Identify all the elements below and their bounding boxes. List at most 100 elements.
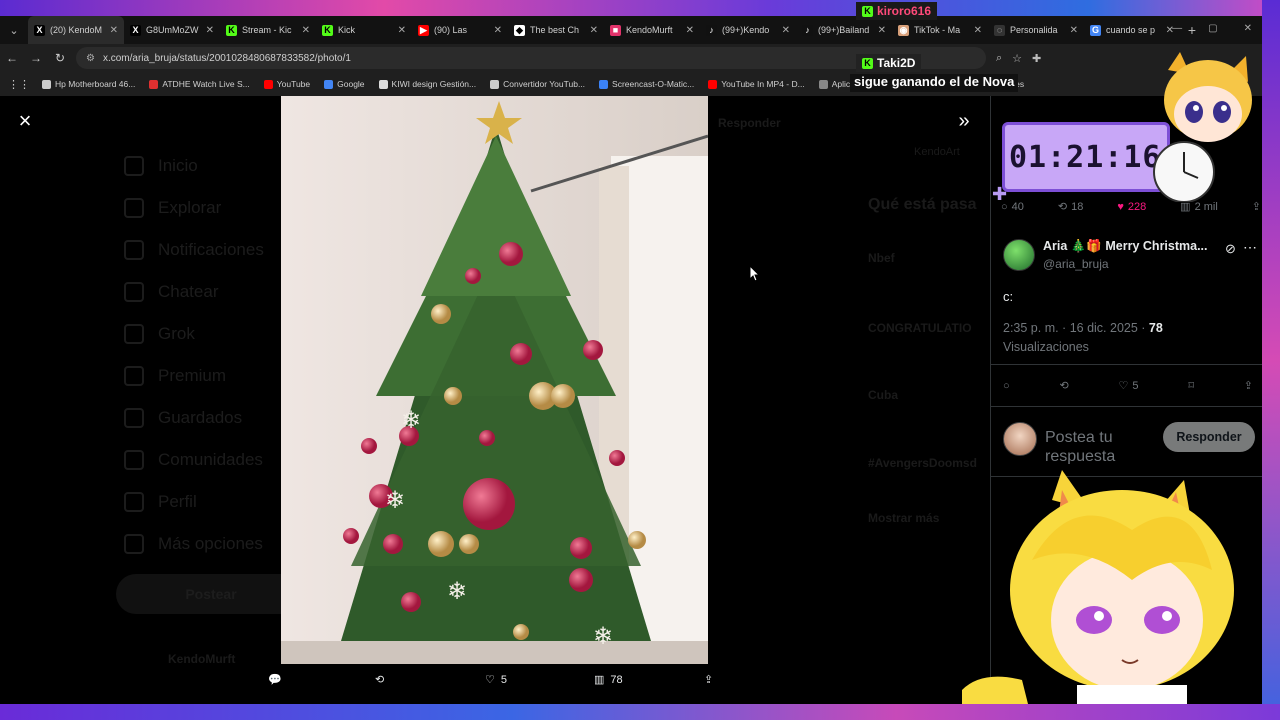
tab-close-icon[interactable]: ✕	[494, 25, 502, 36]
stream-frame-bottom	[0, 704, 1280, 720]
share-icon: ⇪	[704, 674, 714, 686]
tab-1[interactable]: X (20) KendoM ✕	[28, 16, 124, 44]
tab-close-icon[interactable]: ✕	[1070, 25, 1078, 36]
tab-favicon-icon: K	[226, 24, 237, 36]
reply-submit-button[interactable]: Responder	[1163, 422, 1255, 452]
background-reply-hint: Responder	[718, 116, 781, 130]
bookmark-favicon-icon	[149, 79, 159, 89]
tab-4[interactable]: K Kick ✕	[316, 16, 412, 44]
like-button[interactable]: ♡ 5	[1119, 379, 1139, 393]
tab-9[interactable]: ♪ (99+)Bailand ✕	[796, 16, 892, 44]
bookmark-item[interactable]: Hp Motherboard 46...	[42, 79, 135, 89]
repost-icon: ⟲	[1057, 201, 1068, 213]
bookmark-item[interactable]: Google	[324, 79, 365, 89]
maximize-icon[interactable]: ▢	[1208, 23, 1217, 34]
tab-5[interactable]: ▶ (90) Las ✕	[412, 16, 508, 44]
photo-like-button[interactable]: ♡ 5	[485, 673, 507, 687]
back-icon[interactable]: ←	[0, 51, 24, 65]
tweet-timestamp[interactable]: 2:35 p. m. · 16 dic. 2025 ·	[1003, 321, 1149, 335]
minimize-icon[interactable]: —	[1172, 23, 1182, 34]
reply-input[interactable]: Postea tu respuesta	[1045, 428, 1155, 464]
more-options-icon[interactable]: ⋯	[1243, 239, 1257, 256]
close-viewer-button[interactable]: ×	[14, 110, 36, 132]
background-sidebar-item: Comunidades	[124, 450, 263, 470]
photo-reply-button[interactable]: 💬	[268, 673, 282, 686]
sidebar-icon	[124, 324, 144, 344]
expand-panel-button[interactable]: »	[952, 110, 976, 134]
tab-close-icon[interactable]: ✕	[110, 25, 118, 36]
mouse-cursor	[749, 264, 761, 287]
toolbar-icons: ⌕ ☆ ✚	[996, 52, 1041, 65]
parent-likes[interactable]: ♥ 228	[1117, 201, 1146, 213]
stream-frame-top	[0, 0, 1280, 16]
bookmark-button[interactable]: ⌑	[1188, 379, 1194, 392]
sidebar-label: Chatear	[158, 282, 219, 301]
tab-close-icon[interactable]: ✕	[590, 25, 598, 36]
apps-grid-icon[interactable]: ⋮⋮	[8, 78, 30, 91]
address-bar[interactable]: ⚙ x.com/aria_bruja/status/20010284806878…	[76, 47, 986, 69]
like-count: 5	[1132, 379, 1139, 392]
photo-action-bar: 💬 ⟲ ♡ 5 ▥ 78 ⇪	[0, 664, 990, 704]
tweet-photo[interactable]: ❄ ❄ ❄ ❄	[281, 96, 708, 664]
tab-favicon-icon: X	[34, 24, 45, 36]
zoom-icon[interactable]: ⌕	[996, 52, 1002, 65]
tab-close-icon[interactable]: ✕	[206, 25, 214, 36]
reply-button[interactable]: ○	[1003, 380, 1010, 392]
tab-10[interactable]: ◉ TikTok - Ma ✕	[892, 16, 988, 44]
tab-close-icon[interactable]: ✕	[398, 25, 406, 36]
grok-icon[interactable]: ⊘	[1225, 241, 1236, 257]
author-name[interactable]: Aria 🎄🎁 Merry Christma...	[1043, 239, 1213, 254]
bookmark-item[interactable]: KIWI design Gestión...	[378, 79, 476, 89]
tab-favicon-icon: ■	[610, 24, 621, 36]
photo-views-button[interactable]: ▥ 78	[594, 673, 623, 687]
tab-8[interactable]: ♪ (99+)Kendo ✕	[700, 16, 796, 44]
background-trend-item: Cuba	[868, 388, 898, 402]
tab-6[interactable]: ◆ The best Ch ✕	[508, 16, 604, 44]
bookmark-favicon-icon	[378, 79, 388, 89]
tab-close-icon[interactable]: ✕	[782, 25, 790, 36]
divider	[991, 364, 1262, 365]
bookmark-star-icon[interactable]: ☆	[1012, 52, 1022, 65]
reload-icon[interactable]: ↻	[48, 51, 72, 65]
svg-text:❄: ❄	[385, 487, 405, 514]
tab-11[interactable]: ◌ Personalida ✕	[988, 16, 1084, 44]
tweet-author[interactable]: Aria 🎄🎁 Merry Christma... @aria_bruja ⊘ …	[1003, 239, 1257, 275]
site-info-icon[interactable]: ⚙	[86, 53, 95, 64]
bookmark-item[interactable]: Convertidor YouTub...	[490, 79, 585, 89]
parent-reposts[interactable]: ⟲ 18	[1057, 200, 1083, 214]
bookmark-label: Google	[337, 79, 365, 89]
photo-repost-button[interactable]: ⟲	[375, 673, 384, 686]
bookmark-item[interactable]: Screencast-O-Matic...	[599, 79, 694, 89]
tweet-meta: 2:35 p. m. · 16 dic. 2025 · 78 Visualiza…	[1003, 319, 1253, 357]
tab-close-icon[interactable]: ✕	[974, 25, 982, 36]
bookmark-item[interactable]: YouTube In MP4 - D...	[708, 79, 805, 89]
tab-list-chevron-icon[interactable]: ⌄	[0, 24, 28, 37]
tab-7[interactable]: ■ KendoMurft ✕	[604, 16, 700, 44]
repost-button[interactable]: ⟲	[1059, 379, 1068, 392]
tab-2[interactable]: X G8UmMoZW ✕	[124, 16, 220, 44]
tab-close-icon[interactable]: ✕	[686, 25, 694, 36]
close-window-icon[interactable]: ✕	[1244, 23, 1252, 34]
share-button[interactable]: ⇪	[1244, 379, 1253, 392]
tab-strip: X (20) KendoM ✕ X G8UmMoZW ✕ K Stream - Kic ✕ K Ki…	[28, 16, 1180, 44]
chibi-clock-avatar	[1150, 52, 1262, 207]
background-sidebar-item: Chatear	[124, 282, 218, 302]
tab-favicon-icon: ♪	[802, 24, 813, 36]
author-handle[interactable]: @aria_bruja	[1043, 257, 1109, 271]
background-trend-item: CONGRATULATIO	[868, 321, 972, 335]
tab-close-icon[interactable]: ✕	[302, 25, 310, 36]
forward-icon[interactable]: →	[24, 51, 48, 65]
bookmark-item[interactable]: YouTube	[263, 79, 310, 89]
tab-3[interactable]: K Stream - Kic ✕	[220, 16, 316, 44]
photo-share-button[interactable]: ⇪	[704, 673, 713, 686]
background-trend-item: Nbef	[868, 251, 895, 265]
tab-close-icon[interactable]: ✕	[878, 25, 886, 36]
avatar[interactable]	[1003, 239, 1035, 271]
tab-favicon-icon: G	[1090, 24, 1101, 36]
extensions-icon[interactable]: ✚	[1032, 52, 1041, 65]
window-controls: — ▢ ✕	[1172, 23, 1252, 34]
bookmark-item[interactable]: ATDHE Watch Live S...	[149, 79, 250, 89]
tab-12[interactable]: Gcuando se p ✕	[1084, 16, 1180, 44]
background-trend-item: #AvengersDoomsd	[868, 456, 977, 470]
bookmark-favicon-icon	[324, 79, 334, 89]
